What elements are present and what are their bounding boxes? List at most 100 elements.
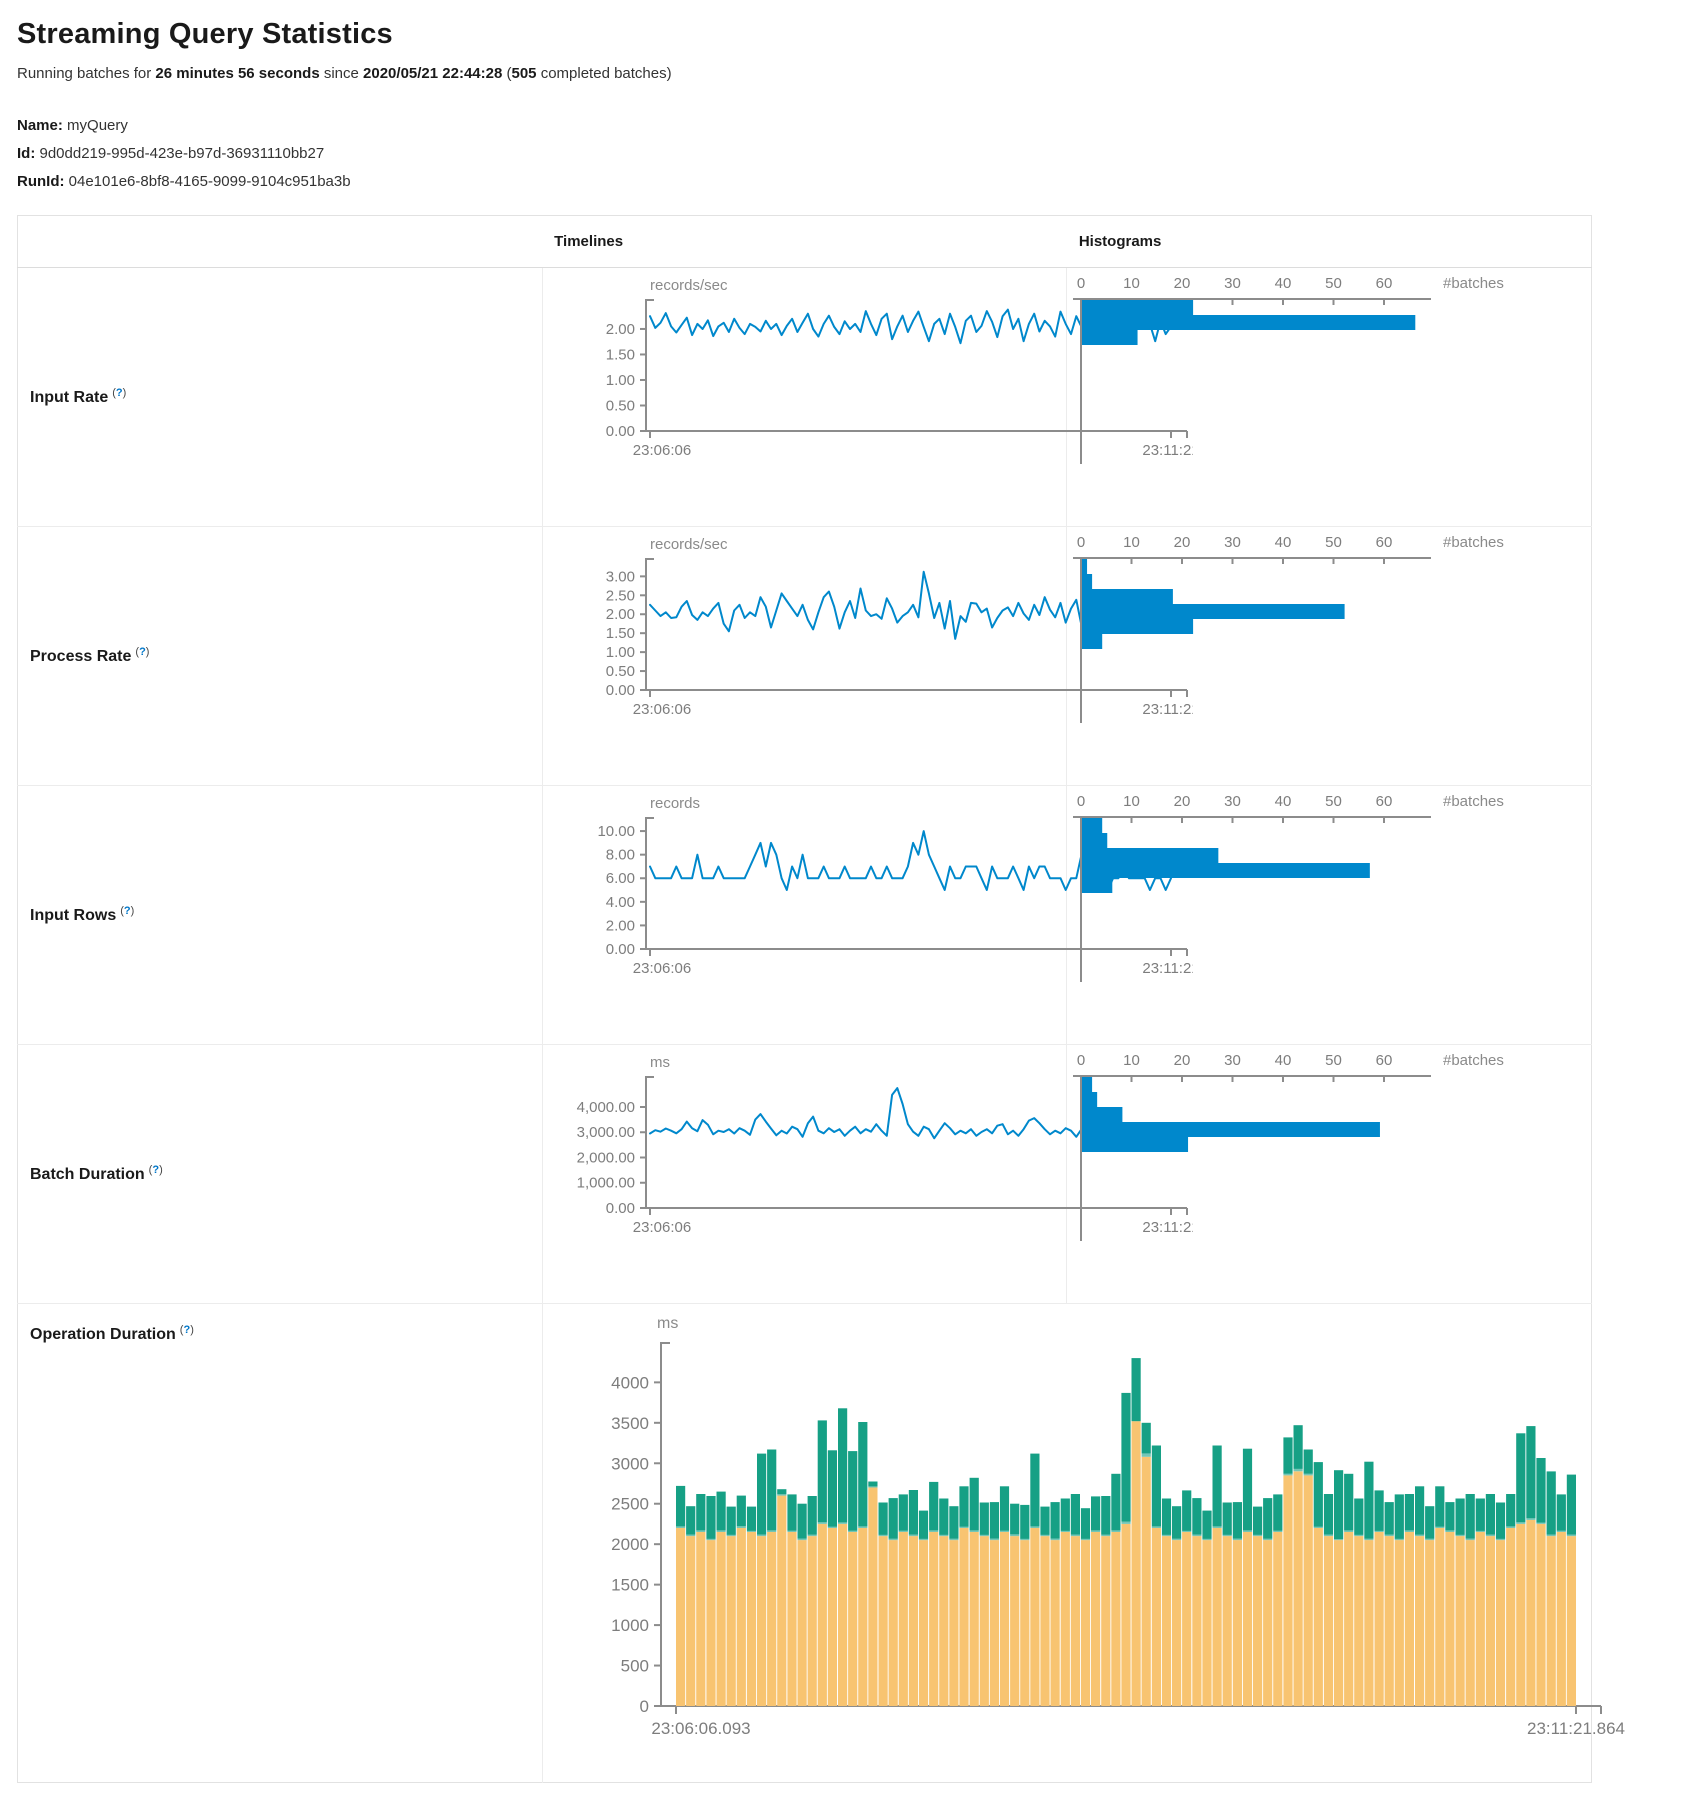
svg-text:2.00: 2.00	[605, 606, 634, 623]
svg-text:20: 20	[1174, 793, 1191, 810]
svg-text:10: 10	[1123, 1052, 1140, 1069]
svg-text:0.00: 0.00	[605, 941, 634, 958]
svg-text:3.00: 3.00	[605, 569, 634, 586]
batch-duration-timeline-chart: ms 0.00 1,000.00 2,000.00 3,000.00 4,000.00 23…	[543, 1045, 1067, 1303]
svg-text:1.50: 1.50	[605, 347, 634, 364]
svg-text:ms: ms	[657, 1315, 678, 1332]
svg-text:60: 60	[1376, 793, 1393, 810]
svg-text:40: 40	[1275, 534, 1292, 551]
process-rate-label: Process Rate	[30, 648, 131, 665]
svg-text:23:06:06.093: 23:06:06.093	[651, 1719, 750, 1738]
query-name-row: Name: myQuery	[17, 112, 1693, 140]
svg-text:20: 20	[1174, 534, 1191, 551]
svg-text:30: 30	[1224, 275, 1241, 292]
input-rate-label: Input Rate	[30, 389, 108, 406]
table-header-row: Timelines Histograms	[18, 216, 1592, 268]
svg-text:0: 0	[639, 1697, 648, 1716]
svg-text:#batches: #batches	[1443, 1052, 1504, 1069]
svg-text:10: 10	[1123, 793, 1140, 810]
svg-text:1.00: 1.00	[605, 372, 634, 389]
query-metadata: Name: myQuery Id: 9d0dd219-995d-423e-b97…	[17, 112, 1693, 195]
svg-text:50: 50	[1325, 1052, 1342, 1069]
input-rows-label: Input Rows	[30, 907, 116, 924]
help-icon[interactable]: (?)	[120, 905, 134, 917]
operation-duration-label: Operation Duration	[30, 1326, 176, 1343]
timelines-header: Timelines	[542, 216, 1067, 268]
svg-text:0.00: 0.00	[605, 682, 634, 699]
input-rate-row: Input Rate (?) records/sec 0.00 0.50 1.00 1.5…	[18, 268, 1592, 527]
svg-text:0: 0	[1077, 534, 1085, 551]
help-icon[interactable]: (?)	[112, 387, 126, 399]
svg-text:60: 60	[1376, 1052, 1393, 1069]
help-icon[interactable]: (?)	[149, 1164, 163, 1176]
svg-text:10: 10	[1123, 534, 1140, 551]
batch-duration-label: Batch Duration	[30, 1166, 145, 1183]
operation-duration-row: Operation Duration (?) ms 0 500 1000 1500 2000…	[18, 1304, 1592, 1783]
empty-header-cell	[18, 216, 543, 268]
svg-text:23:11:21.864: 23:11:21.864	[1527, 1719, 1625, 1738]
svg-text:records: records	[650, 795, 700, 812]
svg-text:records/sec: records/sec	[650, 536, 728, 553]
svg-text:8.00: 8.00	[605, 847, 634, 864]
statistics-table: Timelines Histograms Input Rate (?) recor…	[17, 215, 1592, 1783]
svg-text:#batches: #batches	[1443, 793, 1504, 810]
svg-text:2.50: 2.50	[605, 588, 634, 605]
svg-text:2000: 2000	[611, 1535, 649, 1554]
svg-text:50: 50	[1325, 275, 1342, 292]
svg-text:0.50: 0.50	[605, 398, 634, 415]
svg-text:0: 0	[1077, 793, 1085, 810]
svg-text:50: 50	[1325, 793, 1342, 810]
svg-text:10.00: 10.00	[597, 823, 635, 840]
svg-text:records/sec: records/sec	[650, 277, 728, 294]
svg-text:500: 500	[620, 1657, 648, 1676]
svg-text:1,000.00: 1,000.00	[576, 1175, 634, 1192]
svg-text:ms: ms	[650, 1054, 670, 1071]
batch-duration-histogram-chart: 0 10 20 30 40 50 60 #batches	[1067, 1045, 1591, 1303]
running-batches-summary: Running batches for 26 minutes 56 second…	[17, 65, 1693, 82]
svg-text:#batches: #batches	[1443, 534, 1504, 551]
svg-text:1.50: 1.50	[605, 625, 634, 642]
svg-text:23:06:06: 23:06:06	[632, 1219, 690, 1236]
svg-text:60: 60	[1376, 534, 1393, 551]
svg-text:1000: 1000	[611, 1616, 649, 1635]
svg-text:20: 20	[1174, 1052, 1191, 1069]
svg-text:23:06:06: 23:06:06	[632, 701, 690, 718]
svg-text:3500: 3500	[611, 1414, 649, 1433]
svg-text:3,000.00: 3,000.00	[576, 1124, 634, 1141]
svg-text:30: 30	[1224, 1052, 1241, 1069]
process-rate-row: Process Rate(?) records/sec0.000.501.001…	[18, 527, 1592, 786]
svg-text:23:06:06: 23:06:06	[632, 960, 690, 977]
query-id-row: Id: 9d0dd219-995d-423e-b97d-36931110bb27	[17, 140, 1693, 168]
svg-text:2,000.00: 2,000.00	[576, 1150, 634, 1167]
svg-text:#batches: #batches	[1443, 275, 1504, 292]
svg-text:23:06:06: 23:06:06	[632, 442, 690, 459]
input-rows-histogram-chart: 0102030405060#batches	[1067, 786, 1591, 1044]
histograms-header: Histograms	[1067, 216, 1592, 268]
svg-text:1500: 1500	[611, 1576, 649, 1595]
input-rows-timeline-chart: records0.002.004.006.008.0010.0023:06:06…	[543, 786, 1067, 1044]
svg-text:20: 20	[1174, 275, 1191, 292]
svg-text:50: 50	[1325, 534, 1342, 551]
process-rate-histogram-chart: 0 10 20 30 40 50 60 #batches	[1067, 527, 1591, 785]
operation-duration-chart: ms0500100015002000250030003500400023:06:…	[543, 1304, 1591, 1782]
batch-duration-row: Batch Duration (?) ms 0.00 1,000.00 2,000.00…	[18, 1045, 1592, 1304]
query-runid-row: RunId: 04e101e6-8bf8-4165-9099-9104c951b…	[17, 168, 1693, 196]
svg-text:10: 10	[1123, 275, 1140, 292]
svg-text:2.00: 2.00	[605, 321, 634, 338]
svg-text:0: 0	[1077, 275, 1085, 292]
input-rows-row: Input Rows(?) records0.002.004.006.008.0…	[18, 786, 1592, 1045]
svg-text:4000: 4000	[611, 1374, 649, 1393]
svg-text:4,000.00: 4,000.00	[576, 1099, 634, 1116]
svg-text:0: 0	[1077, 1052, 1085, 1069]
svg-text:6.00: 6.00	[605, 870, 634, 887]
input-rate-histogram-chart: 0102030405060#batches	[1067, 268, 1591, 526]
help-icon[interactable]: (?)	[135, 646, 149, 658]
svg-text:0.00: 0.00	[605, 1200, 634, 1217]
help-icon[interactable]: (?)	[180, 1324, 194, 1336]
svg-text:40: 40	[1275, 1052, 1292, 1069]
svg-text:0.00: 0.00	[605, 423, 634, 440]
svg-text:4.00: 4.00	[605, 894, 634, 911]
svg-text:0.50: 0.50	[605, 663, 634, 680]
svg-text:40: 40	[1275, 793, 1292, 810]
svg-text:30: 30	[1224, 534, 1241, 551]
